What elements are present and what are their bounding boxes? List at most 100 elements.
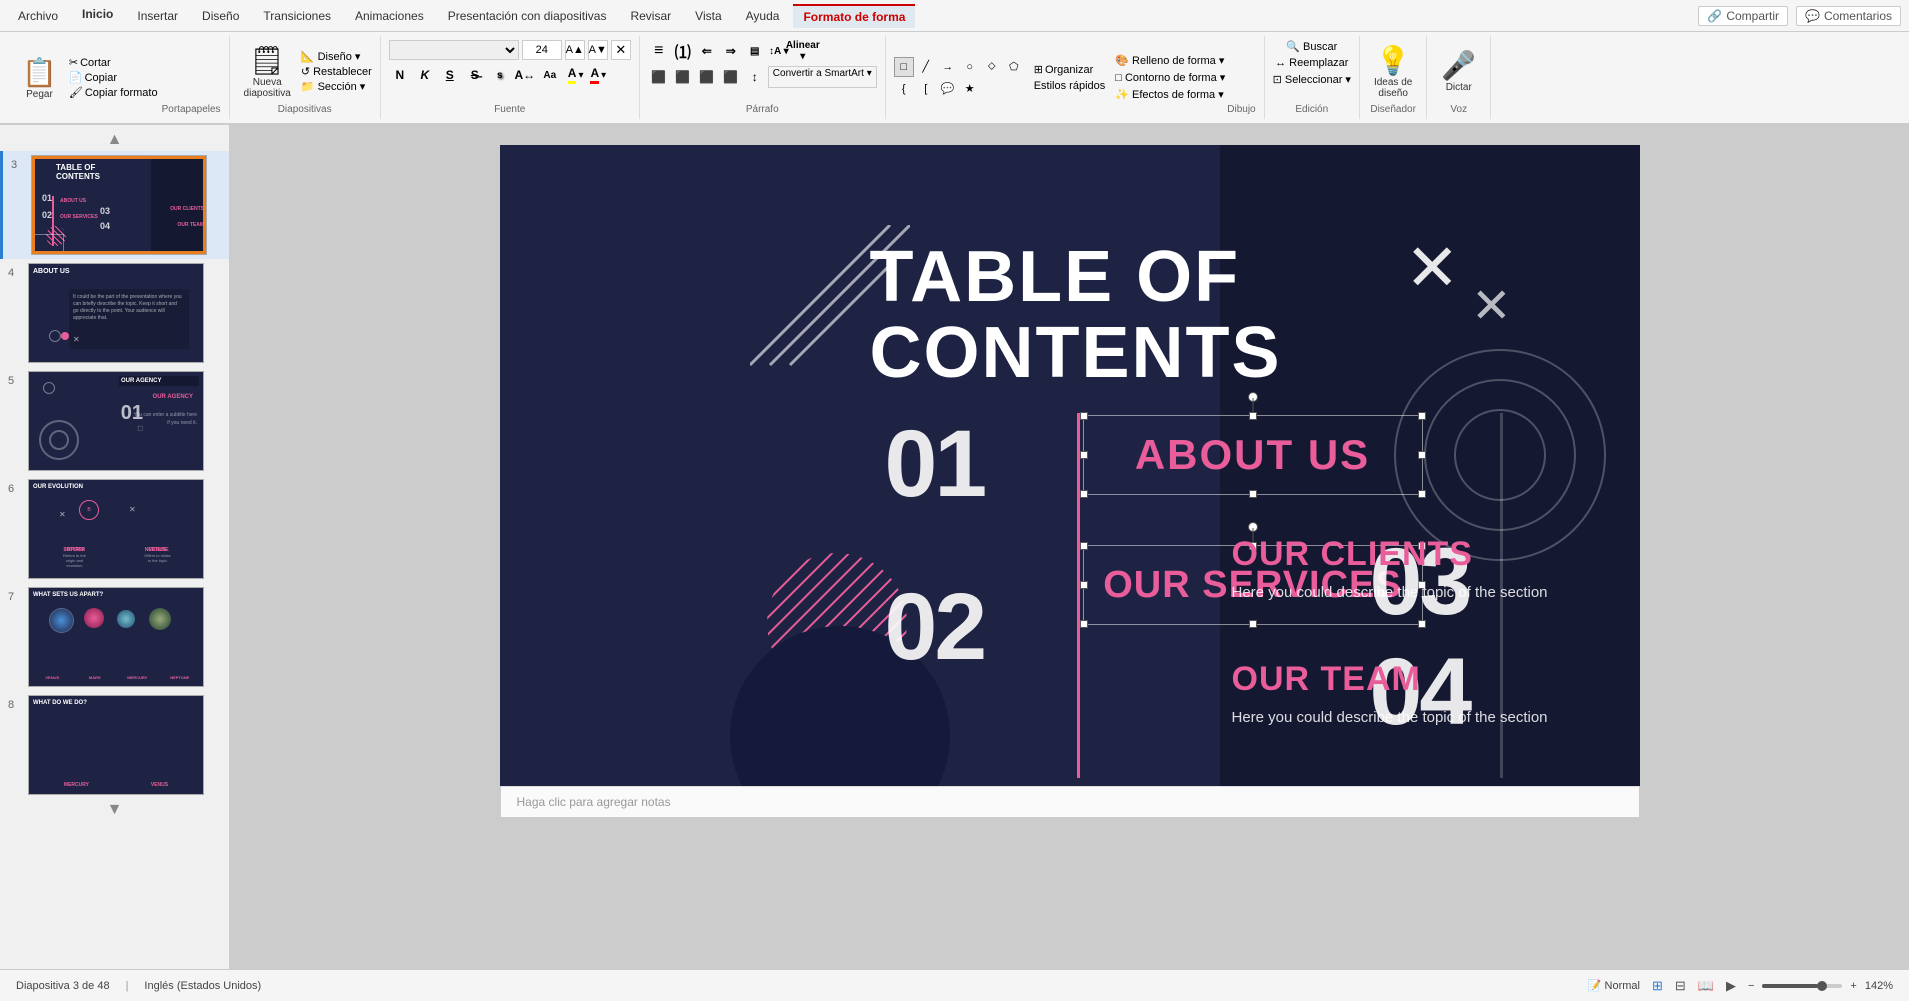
tab-transiciones[interactable]: Transiciones [253, 5, 341, 27]
align-center-button[interactable]: ⬛ [672, 66, 694, 88]
shape-outline-button[interactable]: □ Contorno de forma ▾ [1115, 71, 1225, 84]
paste-button[interactable]: 📋 Pegar [16, 54, 63, 102]
cut-button[interactable]: ✂ Cortar [69, 56, 158, 69]
normal-view-button[interactable]: ⊞ [1648, 976, 1667, 996]
highlight-color-button[interactable]: A ▾ [568, 66, 584, 84]
slide-thumb-8[interactable]: 8 WHAT DO WE DO? MERCURY VENUS [0, 691, 229, 799]
zoom-slider-thumb[interactable] [1817, 981, 1827, 991]
parrafo-label: Párrafo [746, 104, 779, 115]
char-spacing-button[interactable]: A↔ [514, 64, 536, 86]
slide-thumb-6[interactable]: 6 OUR EVOLUTION JUPITER Refers to the or… [0, 475, 229, 583]
dictate-button[interactable]: 🎤 Dictar [1435, 47, 1482, 95]
strikethrough-button[interactable]: S̶ [464, 64, 486, 86]
clear-format-button[interactable]: ✕ [611, 40, 631, 60]
seleccionar-button[interactable]: ⊡ Seleccionar ▾ [1273, 73, 1351, 86]
slide-canvas[interactable]: ✕ ✕ TABLE OFCONTENTS [500, 145, 1640, 786]
shape-star[interactable]: ★ [960, 79, 980, 99]
notes-placeholder: Haga clic para agregar notas [517, 795, 671, 809]
font-decrease-button[interactable]: A▼ [588, 40, 608, 60]
dibujo-label: Dibujo [1227, 104, 1255, 115]
shape-circle[interactable]: ○ [960, 57, 980, 77]
tab-insertar[interactable]: Insertar [127, 5, 188, 27]
shape-rect[interactable]: □ [894, 57, 914, 77]
font-family-select[interactable] [389, 40, 519, 60]
handle-bl [1080, 490, 1088, 498]
format-painter-icon: 🖌 [69, 86, 83, 99]
slide-sorter-button[interactable]: ⊟ [1671, 976, 1690, 996]
section-button[interactable]: 📁 Sección ▾ [301, 80, 372, 93]
about-us-box[interactable]: ABOUT US [1083, 415, 1423, 495]
shape-fill-button[interactable]: 🎨 Relleno de forma ▾ [1115, 54, 1225, 67]
tab-presentacion[interactable]: Presentación con diapositivas [438, 5, 617, 27]
zoom-out-button[interactable]: − [1748, 980, 1754, 992]
handle-tm [1249, 412, 1257, 420]
slide-thumb-7[interactable]: 7 WHAT SETS US APART? VENUS MARS MERCURY [0, 583, 229, 691]
zoom-level[interactable]: 142% [1865, 980, 1893, 992]
underline-button[interactable]: S [439, 64, 461, 86]
slide-thumb-4[interactable]: 4 ABOUT US It could be the part of the p… [0, 259, 229, 367]
scroll-down-button[interactable]: ▼ [0, 799, 229, 821]
tab-animaciones[interactable]: Animaciones [345, 5, 434, 27]
tab-formato-forma[interactable]: Formato de forma [793, 4, 915, 28]
decrease-indent-button[interactable]: ⇐ [696, 40, 718, 62]
ribbon-group-edicion: 🔍 Buscar ↔ Reemplazar ⊡ Seleccionar ▾ Ed… [1265, 36, 1360, 119]
design-ideas-button[interactable]: 💡 Ideas de diseño [1368, 42, 1418, 101]
disenador-label: Diseñador [1370, 104, 1416, 115]
col-button[interactable]: ▤ [744, 40, 766, 62]
presentation-view-button[interactable]: ▶ [1722, 976, 1740, 996]
new-slide-button[interactable]: 🗒 Nueva diapositiva [238, 42, 297, 101]
shape-arrow[interactable]: → [938, 57, 958, 77]
deco-x1: ✕ [1405, 235, 1459, 300]
shape-bracket[interactable]: [ [916, 79, 936, 99]
numbering-button[interactable]: ⑴ [672, 40, 694, 62]
shape-callout[interactable]: 💬 [938, 79, 958, 99]
main-canvas-area[interactable]: ✕ ✕ TABLE OFCONTENTS [230, 125, 1909, 969]
layout-button[interactable]: 📐 Diseño ▾ [301, 50, 372, 63]
share-button[interactable]: 🔗 Compartir [1698, 6, 1788, 26]
font-color-button[interactable]: A ▾ [590, 66, 606, 84]
align-text-button[interactable]: Alinear ▾ [792, 40, 814, 62]
reset-slide-button[interactable]: ↺ Restablecer [301, 65, 372, 78]
align-left-button[interactable]: ⬛ [648, 66, 670, 88]
slide-thumb-5[interactable]: 5 OUR AGENCY OUR AGENCY 01 You can enter… [0, 367, 229, 475]
increase-indent-button[interactable]: ⇒ [720, 40, 742, 62]
notes-view-button[interactable]: 📝 Normal [1588, 979, 1640, 992]
font-increase-button[interactable]: A▲ [565, 40, 585, 60]
shape-pentagon[interactable]: ⬠ [1004, 57, 1024, 77]
shape-brace[interactable]: { [894, 79, 914, 99]
zoom-slider[interactable] [1762, 984, 1842, 988]
tab-inicio[interactable]: Inicio [72, 3, 123, 28]
shape-line[interactable]: ╱ [916, 57, 936, 77]
ribbon-group-portapapeles: 📋 Pegar ✂ Cortar 📄 Copiar 🖌 Copiar forma… [8, 36, 230, 119]
tab-ayuda[interactable]: Ayuda [736, 5, 790, 27]
slide-thumb-3[interactable]: 3 TABLE OFCONTENTS ABOUT US OUR SERVICES… [0, 151, 229, 259]
bold-button[interactable]: N [389, 64, 411, 86]
format-painter-button[interactable]: 🖌 Copiar formato [69, 86, 158, 99]
handle-ml2 [1080, 581, 1088, 589]
justify-button[interactable]: ⬛ [720, 66, 742, 88]
comments-button[interactable]: 💬 Comentarios [1796, 6, 1901, 26]
reading-view-button[interactable]: 📖 [1694, 976, 1718, 996]
align-right-button[interactable]: ⬛ [696, 66, 718, 88]
tab-diseno[interactable]: Diseño [192, 5, 249, 27]
reemplazar-button[interactable]: ↔ Reemplazar [1275, 57, 1348, 69]
shape-effects-button[interactable]: ✨ Efectos de forma ▾ [1115, 88, 1225, 101]
notes-bar[interactable]: Haga clic para agregar notas [500, 786, 1640, 818]
line-spacing-button[interactable]: ↕ [744, 66, 766, 88]
scroll-up-button[interactable]: ▲ [0, 129, 229, 151]
italic-button[interactable]: K [414, 64, 436, 86]
shape-more[interactable]: ⬦ [982, 57, 1002, 77]
arrange-button[interactable]: ⊞ Organizar [1034, 63, 1106, 76]
buscar-button[interactable]: 🔍 Buscar [1286, 40, 1337, 53]
tab-vista[interactable]: Vista [685, 5, 731, 27]
tab-archivo[interactable]: Archivo [8, 5, 68, 27]
shadow-button[interactable]: s [489, 64, 511, 86]
font-size-input[interactable] [522, 40, 562, 60]
change-case-button[interactable]: Aa [539, 64, 561, 86]
copy-button[interactable]: 📄 Copiar [69, 71, 158, 84]
quick-styles-button[interactable]: Estilos rápidos [1034, 80, 1106, 92]
tab-revisar[interactable]: Revisar [620, 5, 681, 27]
zoom-in-button[interactable]: + [1850, 980, 1856, 992]
convert-smartart-button[interactable]: Convertir a SmartArt ▾ [768, 66, 877, 88]
bullets-button[interactable]: ≡ [648, 40, 670, 62]
